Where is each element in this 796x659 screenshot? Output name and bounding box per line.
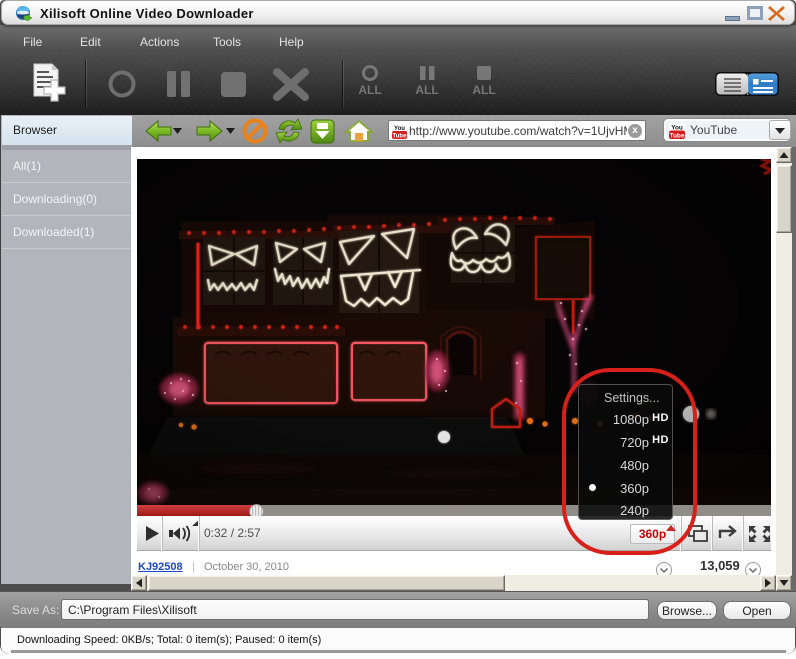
svg-text:You: You: [671, 124, 683, 131]
svg-text:ALL: ALL: [415, 83, 438, 97]
svg-text:Tube: Tube: [393, 134, 407, 140]
svg-text:Tube: Tube: [670, 132, 685, 139]
svg-text:ALL: ALL: [472, 83, 495, 97]
svg-text:ALL: ALL: [358, 83, 381, 97]
